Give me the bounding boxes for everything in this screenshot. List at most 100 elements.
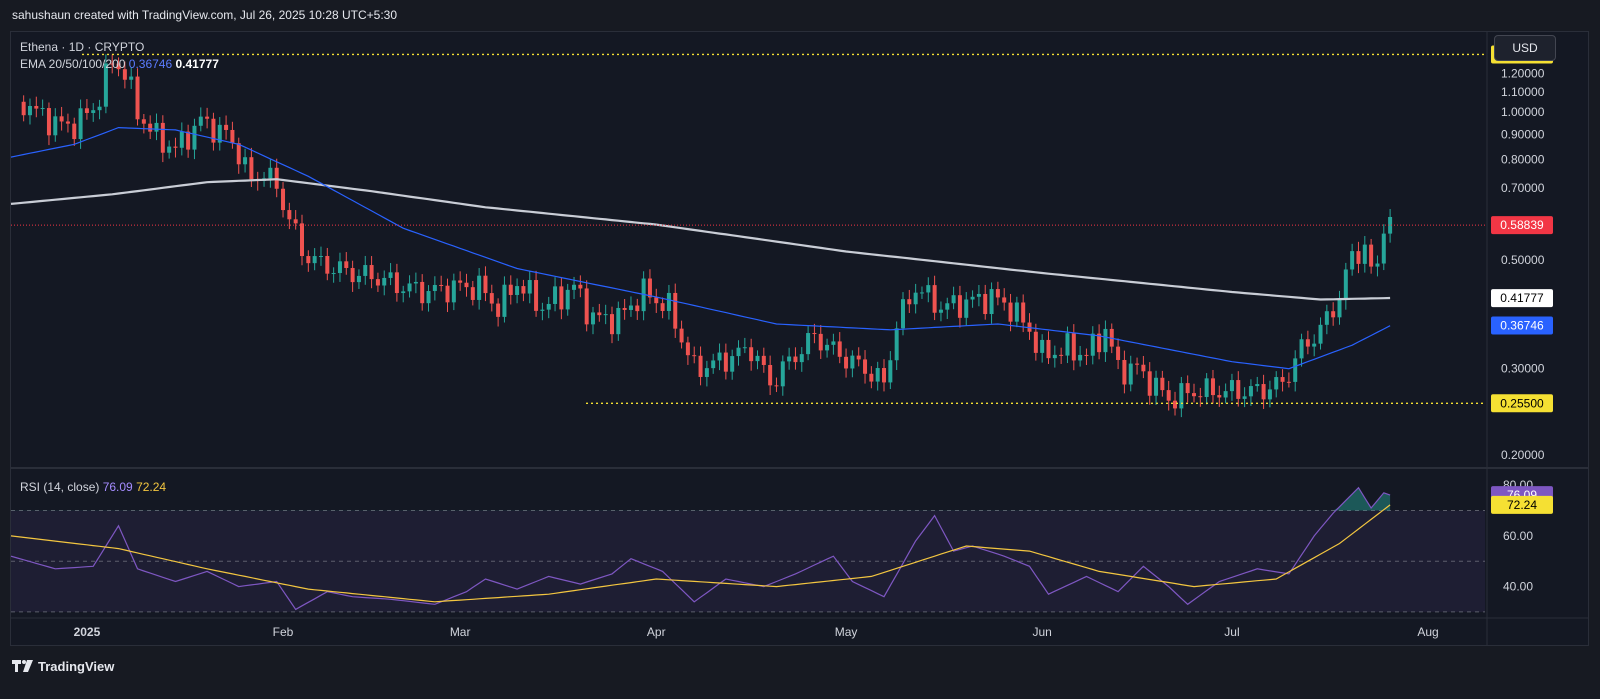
candle-body bbox=[420, 281, 425, 304]
candle-body bbox=[1071, 333, 1076, 361]
candle-body bbox=[698, 355, 703, 377]
candle-body bbox=[553, 286, 558, 304]
candle-body bbox=[1236, 380, 1241, 399]
candle-body bbox=[192, 125, 197, 150]
candle-body bbox=[1242, 396, 1247, 399]
price-tick-label: 1.20000 bbox=[1501, 66, 1545, 80]
candle-body bbox=[268, 167, 273, 179]
candle-body bbox=[546, 303, 551, 310]
candle-body bbox=[489, 293, 494, 304]
candle-body bbox=[1090, 333, 1095, 356]
support-level-tag: 0.25500 bbox=[1500, 396, 1544, 410]
candle-body bbox=[1135, 363, 1140, 365]
candle-body bbox=[685, 342, 690, 356]
rsi-ma-value-tag: 72.24 bbox=[1507, 498, 1537, 512]
candle-body bbox=[774, 385, 779, 387]
candle-body bbox=[160, 122, 165, 153]
candle-body bbox=[768, 364, 773, 386]
candle-body bbox=[603, 314, 608, 316]
candle-body bbox=[325, 255, 330, 274]
candle-body bbox=[483, 275, 488, 294]
candle-body bbox=[742, 347, 747, 349]
candle-body bbox=[1065, 333, 1070, 356]
candle-body bbox=[806, 333, 811, 355]
chart-canvas[interactable]: 1.20000 1.10000 1.00000 0.90000 0.80000 0.700… bbox=[0, 0, 1600, 699]
candle-body bbox=[1261, 384, 1266, 400]
candle-body bbox=[1147, 371, 1152, 396]
candle-body bbox=[129, 76, 134, 80]
candle-body bbox=[736, 347, 741, 357]
candle-body bbox=[1248, 386, 1253, 397]
footer-bar: TradingView bbox=[0, 650, 1600, 699]
symbol-legend: Ethena · 1D · CRYPTO bbox=[20, 40, 144, 54]
candle-body bbox=[154, 122, 159, 132]
candle-body bbox=[1362, 244, 1367, 264]
candle-body bbox=[312, 256, 317, 264]
candle-body bbox=[1179, 383, 1184, 409]
candle-body bbox=[249, 157, 254, 180]
tradingview-logo-icon bbox=[12, 660, 33, 672]
candle-body bbox=[1141, 364, 1146, 372]
candle-body bbox=[401, 291, 406, 294]
candle-body bbox=[660, 303, 665, 311]
price-tick-label: 0.50000 bbox=[1501, 253, 1545, 267]
candle-body bbox=[318, 255, 323, 257]
candle-body bbox=[84, 108, 89, 113]
price-tick-label: 0.80000 bbox=[1501, 153, 1545, 167]
candle-body bbox=[1033, 331, 1038, 353]
candle-body bbox=[293, 219, 298, 224]
candle-body bbox=[1223, 391, 1228, 398]
brand-text: TradingView bbox=[38, 658, 115, 674]
candle-body bbox=[989, 289, 994, 315]
tradingview-logo[interactable]: TradingView bbox=[12, 657, 114, 675]
candle-body bbox=[72, 123, 77, 140]
candle-body bbox=[711, 360, 716, 369]
rsi-tick-label: 60.00 bbox=[1503, 529, 1533, 543]
candle-body bbox=[426, 291, 431, 304]
candle-body bbox=[306, 256, 311, 264]
candle-body bbox=[27, 105, 32, 116]
ema-blue-tag: 0.36746 bbox=[1500, 318, 1544, 332]
candle-body bbox=[413, 281, 418, 284]
candle-body bbox=[477, 275, 482, 300]
candle-body bbox=[749, 347, 754, 362]
candle-body bbox=[578, 284, 583, 289]
candle-body bbox=[591, 312, 596, 325]
ema-white-value: 0.41777 bbox=[175, 57, 219, 71]
candle-body bbox=[780, 361, 785, 387]
candle-body bbox=[540, 309, 545, 311]
rsi-legend: RSI (14, close) 76.09 72.24 bbox=[20, 480, 166, 494]
candle-body bbox=[205, 116, 210, 119]
candle-body bbox=[647, 278, 652, 298]
candle-body bbox=[300, 223, 305, 257]
candle-body bbox=[919, 292, 924, 294]
currency-button[interactable]: USD bbox=[1494, 35, 1556, 61]
candle-body bbox=[21, 101, 26, 116]
candle-body bbox=[464, 282, 469, 288]
candle-body bbox=[331, 273, 336, 275]
candle-body bbox=[635, 305, 640, 312]
candle-body bbox=[818, 333, 823, 351]
candle-body bbox=[1312, 343, 1317, 347]
candle-body bbox=[957, 295, 962, 318]
candle-body bbox=[666, 292, 671, 311]
candle-body bbox=[432, 284, 437, 292]
price-tick-label: 0.30000 bbox=[1501, 362, 1545, 376]
candle-body bbox=[1191, 393, 1196, 397]
candle-body bbox=[1369, 244, 1374, 267]
candle-body bbox=[723, 352, 728, 372]
candle-body bbox=[91, 110, 96, 113]
candle-body bbox=[1337, 299, 1342, 318]
candle-body bbox=[1356, 251, 1361, 264]
candle-body bbox=[938, 309, 943, 313]
rsi-value: 76.09 bbox=[102, 480, 133, 494]
candle-body bbox=[1217, 395, 1222, 398]
candle-body bbox=[869, 373, 874, 382]
candle-body bbox=[407, 283, 412, 292]
candle-body bbox=[135, 76, 140, 120]
price-tick-label: 1.10000 bbox=[1501, 85, 1545, 99]
candle-body bbox=[59, 116, 64, 122]
candle-body bbox=[502, 284, 507, 317]
candle-body bbox=[515, 286, 520, 295]
candle-body bbox=[609, 314, 614, 335]
